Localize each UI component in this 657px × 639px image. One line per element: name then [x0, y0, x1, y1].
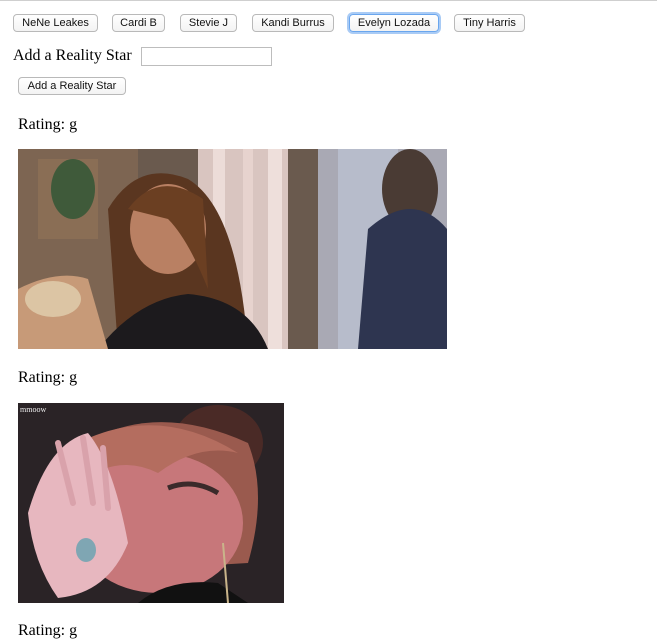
star-button-cardi-b[interactable]: Cardi B: [112, 14, 165, 32]
star-button-tiny-harris[interactable]: Tiny Harris: [454, 14, 525, 32]
gif-watermark: mmoow: [20, 405, 47, 414]
star-button-kandi-burrus[interactable]: Kandi Burrus: [252, 14, 334, 32]
gif-rating: Rating: g: [18, 622, 78, 639]
add-star-input[interactable]: [141, 47, 272, 66]
gif-rating: Rating: g: [18, 369, 78, 386]
star-button-stevie-j[interactable]: Stevie J: [180, 14, 237, 32]
add-star-submit-button[interactable]: Add a Reality Star: [18, 77, 126, 95]
add-star-label: Add a Reality Star: [13, 47, 132, 64]
gif-image[interactable]: mmoow: [18, 403, 284, 603]
gif-rating: Rating: g: [18, 116, 78, 133]
star-button-evelyn-lozada[interactable]: Evelyn Lozada: [349, 14, 439, 32]
top-divider: [0, 0, 657, 1]
gif-image[interactable]: [18, 149, 447, 349]
star-button-nene-leakes[interactable]: NeNe Leakes: [13, 14, 98, 32]
